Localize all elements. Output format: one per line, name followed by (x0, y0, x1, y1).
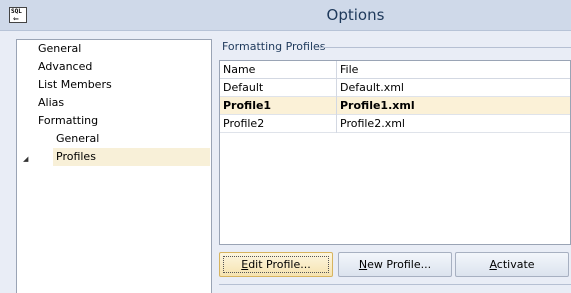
expanded-triangle-icon[interactable]: ◢ (23, 155, 31, 165)
tree-item-profiles[interactable]: Profiles (53, 148, 210, 166)
column-header-name[interactable]: Name (220, 61, 337, 79)
cell-name: Default (220, 79, 337, 97)
cell-file: Default.xml (340, 81, 404, 94)
activate-mnemonic: A (489, 258, 497, 271)
tree-item-alias[interactable]: Alias (35, 94, 67, 112)
cell-name: Profile1 (220, 97, 337, 115)
new-profile-mnemonic: N (358, 258, 368, 271)
title-bar[interactable]: SQL ⇐ Options (0, 0, 571, 31)
activate-button[interactable]: Activate (455, 252, 569, 277)
column-header-file[interactable]: File (337, 61, 570, 79)
edit-profile-button[interactable]: Edit Profile... (219, 252, 333, 277)
focus-rectangle (223, 256, 329, 273)
group-divider (318, 47, 571, 48)
new-profile-label: ew Profile... (367, 258, 432, 271)
cell-name: Profile2 (220, 115, 337, 133)
options-tree[interactable]: General Advanced List Members Alias ◢ Fo… (16, 39, 212, 293)
bottom-divider (219, 284, 571, 285)
window-title: Options (326, 6, 385, 24)
button-bar: Edit Profile... New Profile... Activate (219, 252, 571, 278)
tree-item-formatting-general[interactable]: General (53, 130, 102, 148)
profiles-grid[interactable]: Name File Default Default.xml Profile1 P… (219, 60, 571, 245)
table-row[interactable]: Profile2 Profile2.xml (220, 115, 570, 133)
tree-item-general[interactable]: General (35, 40, 84, 58)
group-label-formatting-profiles: Formatting Profiles (222, 40, 326, 53)
grid-header: Name File (220, 61, 570, 79)
new-profile-button[interactable]: New Profile... (338, 252, 452, 277)
activate-label: ctivate (496, 258, 535, 271)
table-row[interactable]: Default Default.xml (220, 79, 570, 97)
cell-file: Profile2.xml (340, 117, 405, 130)
tree-item-advanced[interactable]: Advanced (35, 58, 95, 76)
tree-item-list-members[interactable]: List Members (35, 76, 115, 94)
table-row[interactable]: Profile1 Profile1.xml (220, 97, 570, 115)
tree-item-formatting[interactable]: Formatting (35, 112, 101, 130)
cell-file: Profile1.xml (340, 99, 415, 112)
